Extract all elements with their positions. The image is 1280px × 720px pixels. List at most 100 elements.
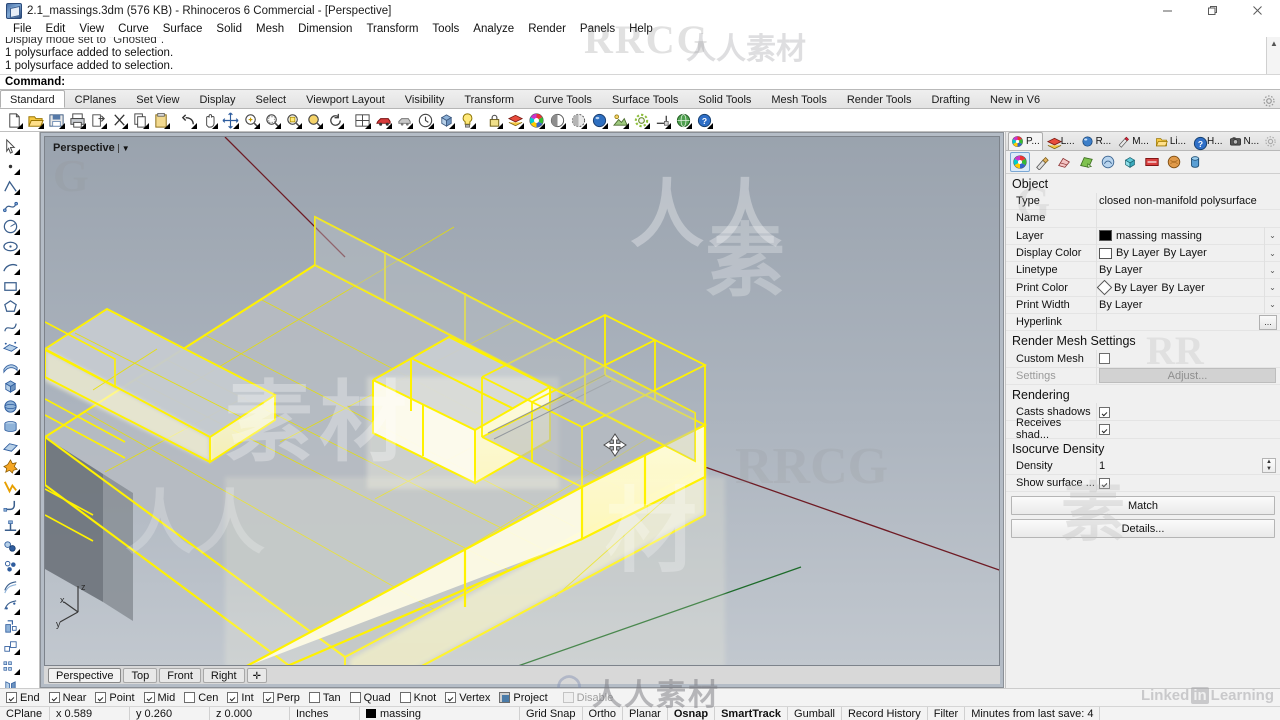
cylinder-icon[interactable] (0, 416, 20, 436)
hyperlink-browse-button[interactable]: ... (1259, 314, 1277, 330)
array-icon[interactable] (0, 656, 20, 676)
panel-tab-help[interactable]: ? H... (1189, 132, 1226, 151)
light-properties-icon[interactable] (1098, 152, 1118, 172)
menu-item-curve[interactable]: Curve (111, 21, 156, 37)
box-icon[interactable] (0, 376, 20, 396)
tab-viewport-layout[interactable]: Viewport Layout (296, 90, 395, 108)
osnap-vertex[interactable]: Vertex (445, 692, 490, 704)
gear-icon[interactable] (1262, 94, 1276, 108)
tab-transform[interactable]: Transform (454, 90, 524, 108)
zoom-window-icon[interactable] (241, 110, 261, 130)
chevron-down-icon[interactable]: ⌄ (1264, 227, 1280, 245)
annotation-icon[interactable] (1142, 152, 1162, 172)
panel-tab-layers[interactable]: L... (1043, 132, 1078, 150)
select-arrow-icon[interactable] (0, 136, 20, 156)
property-value[interactable]: closed non-manifold polysurface (1096, 192, 1280, 210)
cplane-icon[interactable] (652, 110, 672, 130)
status-y-coord[interactable]: y 0.260 (130, 706, 210, 720)
surface-patch-icon[interactable] (0, 436, 20, 456)
osnap-point[interactable]: Point (95, 692, 135, 704)
tab-render-tools[interactable]: Render Tools (837, 90, 922, 108)
globe-icon[interactable] (673, 110, 693, 130)
osnap-cen[interactable]: Cen (184, 692, 218, 704)
property-value[interactable] (1096, 349, 1280, 368)
tab-surface-tools[interactable]: Surface Tools (602, 90, 688, 108)
property-value[interactable]: ... (1096, 313, 1280, 331)
close-icon[interactable] (1235, 0, 1280, 21)
menu-item-panels[interactable]: Panels (573, 21, 622, 37)
object-properties-icon[interactable] (1010, 152, 1030, 172)
polyline-icon[interactable] (0, 176, 20, 196)
undo-icon[interactable] (178, 110, 198, 130)
menu-item-tools[interactable]: Tools (425, 21, 466, 37)
menu-item-mesh[interactable]: Mesh (249, 21, 291, 37)
block-icon[interactable] (436, 110, 456, 130)
ghosted-sphere-icon[interactable] (568, 110, 588, 130)
osnap-checkbox[interactable] (399, 692, 411, 703)
scale-icon[interactable] (0, 636, 20, 656)
chevron-down-icon[interactable]: ▼ (117, 143, 130, 153)
chevron-down-icon[interactable]: ⌄ (1264, 244, 1280, 262)
options-gear-icon[interactable] (631, 110, 651, 130)
surface-from-points-icon[interactable] (0, 336, 20, 356)
menu-item-view[interactable]: View (72, 21, 111, 37)
panel-tab-materials[interactable]: M... (1114, 132, 1152, 150)
zoom-extents-icon[interactable] (262, 110, 282, 130)
copy-icon[interactable] (130, 110, 150, 130)
menu-item-file[interactable]: File (6, 21, 39, 37)
status-toggle-planar[interactable]: Planar (623, 706, 668, 720)
property-value[interactable]: 1 ▲ ▼ (1096, 457, 1280, 475)
loft-icon[interactable] (0, 356, 20, 376)
status-toggle-osnap[interactable]: Osnap (668, 706, 716, 720)
checkbox-custom-mesh[interactable] (1099, 353, 1110, 365)
tab-set-view[interactable]: Set View (126, 90, 189, 108)
osnap-end[interactable]: End (6, 692, 40, 704)
lock-icon[interactable] (484, 110, 504, 130)
restore-icon[interactable] (1190, 0, 1235, 21)
status-layer[interactable]: massing (360, 706, 520, 720)
tab-standard[interactable]: Standard (0, 90, 65, 108)
status-toggle-smarttrack[interactable]: SmartTrack (715, 706, 789, 720)
tab-mesh-tools[interactable]: Mesh Tools (761, 90, 836, 108)
osnap-checkbox[interactable] (48, 692, 60, 703)
tab-solid-tools[interactable]: Solid Tools (688, 90, 761, 108)
property-value[interactable]: Adjust... (1096, 367, 1280, 385)
save-file-icon[interactable] (46, 110, 66, 130)
adjust-button[interactable]: Adjust... (1099, 368, 1276, 384)
checkbox-receives-shad-[interactable] (1099, 423, 1110, 435)
status-save-info[interactable]: Minutes from last save: 4 (965, 706, 1101, 720)
details-button[interactable]: Details... (1011, 519, 1275, 539)
display-icon[interactable] (1076, 152, 1096, 172)
render-material-icon[interactable] (1164, 152, 1184, 172)
panel-tab-properties[interactable]: P... (1008, 132, 1043, 150)
osnap-checkbox[interactable] (227, 692, 239, 703)
osnap-knot[interactable]: Knot (399, 692, 436, 704)
circle-icon[interactable] (0, 216, 20, 236)
property-value[interactable] (1096, 209, 1280, 228)
arc-icon[interactable] (0, 256, 20, 276)
layers-icon[interactable] (505, 110, 525, 130)
print-width-icon[interactable] (1186, 152, 1206, 172)
menu-item-help[interactable]: Help (622, 21, 660, 37)
ellipse-icon[interactable] (0, 236, 20, 256)
light-icon[interactable] (457, 110, 477, 130)
offset-curve-icon[interactable] (0, 576, 20, 596)
osnap-perp[interactable]: Perp (262, 692, 300, 704)
panel-tab-named-views[interactable]: N... (1226, 132, 1263, 150)
paste-icon[interactable] (151, 110, 171, 130)
zoom-dynamic-icon[interactable] (304, 110, 324, 130)
gear-icon[interactable] (1264, 135, 1277, 148)
offset-surface-icon[interactable] (0, 596, 20, 616)
status-toggle-record-history[interactable]: Record History (842, 706, 928, 720)
menu-item-edit[interactable]: Edit (39, 21, 73, 37)
rotate-view-icon[interactable] (325, 110, 345, 130)
export-icon[interactable] (88, 110, 108, 130)
osnap-disable[interactable]: Disable (562, 692, 613, 704)
chevron-down-icon[interactable]: ⌄ (1264, 261, 1280, 279)
tab-curve-tools[interactable]: Curve Tools (524, 90, 602, 108)
help-icon[interactable]: ? (694, 110, 714, 130)
menu-item-surface[interactable]: Surface (156, 21, 210, 37)
tab-new-in-v6[interactable]: New in V6 (980, 90, 1050, 108)
split-icon[interactable] (0, 556, 20, 576)
status-toggle-ortho[interactable]: Ortho (583, 706, 624, 720)
